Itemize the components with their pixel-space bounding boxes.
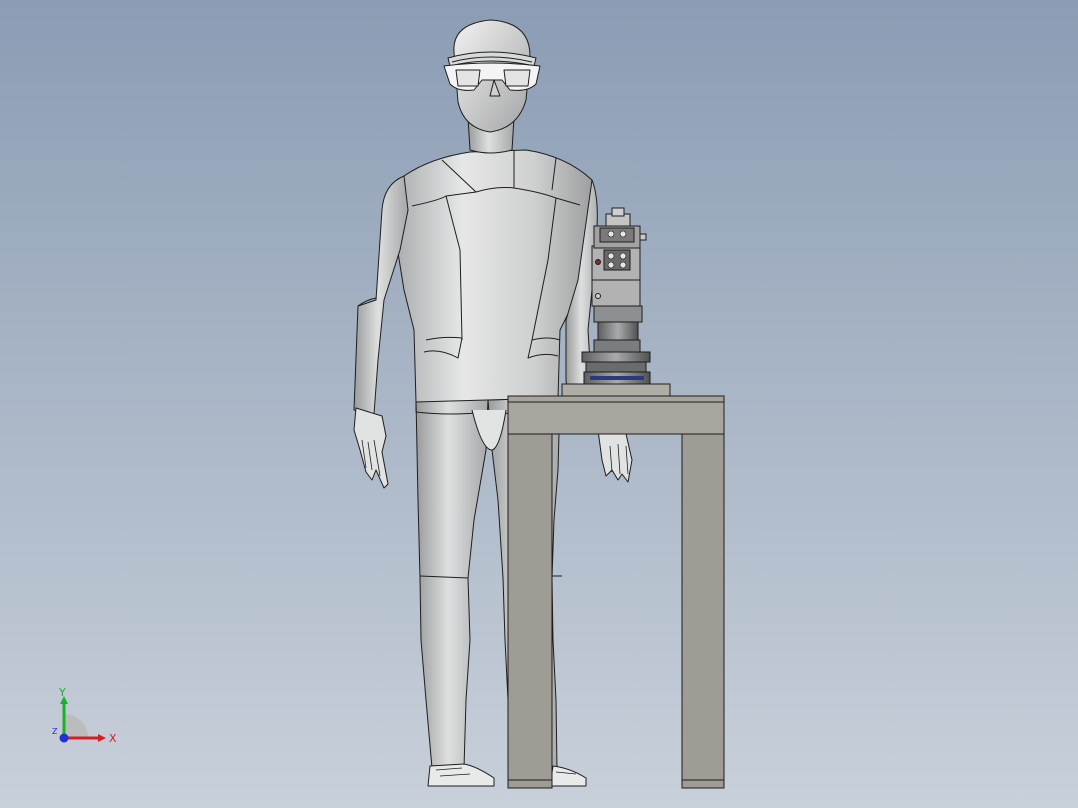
triad-z-axis xyxy=(59,733,69,743)
triad-x-label: X xyxy=(109,732,117,745)
triad-plane xyxy=(64,714,88,738)
fixture-base-plate[interactable] xyxy=(561,383,671,397)
mannequin-left-arm[interactable] xyxy=(353,175,409,489)
model-scene[interactable] xyxy=(0,0,1078,808)
triad-z-label: Z xyxy=(52,727,58,736)
mannequin-shoes[interactable] xyxy=(427,763,587,787)
triad-y-label: Y xyxy=(58,686,66,699)
reference-triad: X Y Z xyxy=(52,686,117,745)
table-leg-left[interactable] xyxy=(507,433,553,789)
graphics-viewport[interactable]: X Y Z xyxy=(0,0,1078,808)
triad-x-arrow xyxy=(98,734,106,742)
table-leg-right[interactable] xyxy=(681,433,725,789)
